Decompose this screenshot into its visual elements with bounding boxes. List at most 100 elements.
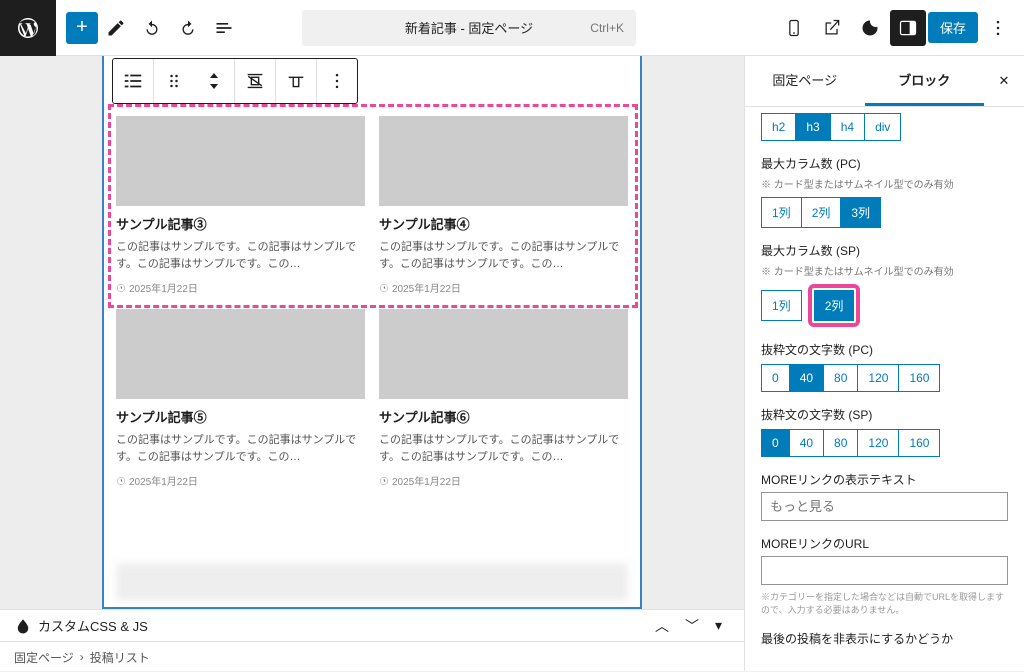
block-toolbar [112, 58, 358, 104]
clock-icon [379, 476, 389, 486]
document-outline-button[interactable] [206, 10, 242, 46]
more-url-input[interactable] [761, 556, 1008, 585]
excerpt-pc-120[interactable]: 120 [857, 364, 899, 392]
block-type-button[interactable] [113, 59, 153, 103]
article-excerpt: この記事はサンプルです。この記事はサンプルです。この記事はサンプルです。この… [116, 239, 365, 272]
opt-h4[interactable]: h4 [830, 113, 865, 141]
breadcrumb-page[interactable]: 固定ページ [14, 649, 74, 666]
theme-icon [14, 617, 32, 635]
panel-close-button[interactable]: ✕ [984, 56, 1024, 106]
opt-h3[interactable]: h3 [795, 113, 830, 141]
external-icon [822, 18, 842, 38]
col-note: ※ カード型またはサムネイル型でのみ有効 [761, 176, 1008, 191]
undo-button[interactable] [134, 10, 170, 46]
excerpt-sp-0[interactable]: 0 [761, 429, 790, 457]
article-thumbnail [116, 116, 365, 206]
drag-handle-button[interactable] [154, 59, 194, 103]
max-col-pc-label: 最大カラム数 (PC) [761, 155, 1008, 172]
save-button[interactable]: 保存 [928, 12, 978, 43]
max-col-sp-label: 最大カラム数 (SP) [761, 242, 1008, 259]
shortcut-hint: Ctrl+K [590, 21, 624, 35]
breadcrumb-top: カスタムCSS & JS ︿ ﹀ ▾ [0, 610, 744, 642]
clock-icon [116, 283, 126, 293]
page-title-bar[interactable]: 新着記事 - 固定ページ Ctrl+K [302, 10, 636, 46]
tab-page[interactable]: 固定ページ [745, 56, 865, 106]
undo-icon [141, 17, 163, 39]
wp-logo[interactable] [0, 0, 56, 56]
article-card[interactable]: サンプル記事⑥ この記事はサンプルです。この記事はサンプルです。この記事はサンプ… [379, 309, 628, 488]
blurred-content [116, 563, 628, 601]
col-pc-group: 1列 2列 3列 [761, 197, 1008, 228]
opt-div[interactable]: div [864, 113, 901, 141]
moon-icon [860, 18, 880, 38]
dark-mode-button[interactable] [852, 10, 888, 46]
article-card[interactable]: サンプル記事⑤ この記事はサンプルです。この記事はサンプルです。この記事はサンプ… [116, 309, 365, 488]
block-more-button[interactable] [317, 59, 357, 103]
article-title: サンプル記事⑥ [379, 407, 628, 426]
theme-label[interactable]: カスタムCSS & JS [38, 616, 148, 635]
article-thumbnail [116, 309, 365, 399]
mobile-icon [784, 18, 804, 38]
article-excerpt: この記事はサンプルです。この記事はサンプルです。この記事はサンプルです。この… [379, 239, 628, 272]
edit-mode-button[interactable] [98, 10, 134, 46]
align-button[interactable] [235, 59, 275, 103]
article-date: 2025年1月22日 [116, 473, 365, 488]
col-sp-1[interactable]: 1列 [761, 290, 802, 321]
clock-icon [379, 283, 389, 293]
more-menu-button[interactable] [980, 10, 1016, 46]
excerpt-pc-group: 0 40 80 120 160 [761, 364, 1008, 392]
heading-level-group: h2 h3 h4 div [761, 113, 1008, 141]
excerpt-sp-label: 抜粋文の文字数 (SP) [761, 406, 1008, 423]
panel-tabs: 固定ページ ブロック ✕ [745, 56, 1024, 107]
col-note-sp: ※ カード型またはサムネイル型でのみ有効 [761, 263, 1008, 278]
chevron-down-button[interactable]: ﹀ [677, 616, 707, 636]
drag-icon [164, 71, 184, 91]
excerpt-sp-40[interactable]: 40 [789, 429, 824, 457]
excerpt-pc-40[interactable]: 40 [789, 364, 824, 392]
block-icon [122, 70, 144, 92]
breadcrumb: 固定ページ › 投稿リスト [0, 642, 744, 672]
article-thumbnail [379, 116, 628, 206]
redo-button[interactable] [170, 10, 206, 46]
article-card[interactable]: サンプル記事③ この記事はサンプルです。この記事はサンプルです。この記事はサンプ… [116, 116, 365, 295]
add-block-button[interactable]: + [66, 12, 98, 44]
excerpt-sp-80[interactable]: 80 [823, 429, 858, 457]
col-pc-3[interactable]: 3列 [840, 197, 881, 228]
dots-vertical-icon [988, 18, 1008, 38]
clock-icon [116, 476, 126, 486]
article-date: 2025年1月22日 [379, 473, 628, 488]
article-title: サンプル記事④ [379, 214, 628, 233]
align-icon [244, 70, 266, 92]
opt-h2[interactable]: h2 [761, 113, 796, 141]
col-pc-1[interactable]: 1列 [761, 197, 802, 228]
more-text-label: MOREリンクの表示テキスト [761, 471, 1008, 488]
excerpt-sp-160[interactable]: 160 [898, 429, 940, 457]
move-buttons[interactable] [194, 59, 234, 103]
selected-block[interactable]: サンプル記事③ この記事はサンプルです。この記事はサンプルです。この記事はサンプ… [102, 56, 642, 609]
excerpt-pc-0[interactable]: 0 [761, 364, 790, 392]
excerpt-sp-group: 0 40 80 120 160 [761, 429, 1008, 457]
tab-block[interactable]: ブロック [865, 56, 985, 106]
preview-external-button[interactable] [814, 10, 850, 46]
chevron-up-button[interactable]: ︿ [647, 616, 677, 636]
article-date: 2025年1月22日 [116, 280, 365, 295]
excerpt-pc-160[interactable]: 160 [898, 364, 940, 392]
caret-down-button[interactable]: ▾ [707, 617, 730, 634]
pencil-icon [106, 18, 126, 38]
dots-vertical-icon [327, 71, 347, 91]
redo-icon [177, 17, 199, 39]
more-text-input[interactable] [761, 492, 1008, 521]
width-button[interactable] [276, 59, 316, 103]
article-grid: サンプル記事③ この記事はサンプルです。この記事はサンプルです。この記事はサンプ… [112, 112, 632, 492]
article-excerpt: この記事はサンプルです。この記事はサンプルです。この記事はサンプルです。この… [116, 432, 365, 465]
excerpt-pc-80[interactable]: 80 [823, 364, 858, 392]
article-card[interactable]: サンプル記事④ この記事はサンプルです。この記事はサンプルです。この記事はサンプ… [379, 116, 628, 295]
col-sp-2[interactable]: 2列 [814, 290, 855, 321]
col-pc-2[interactable]: 2列 [801, 197, 842, 228]
breadcrumb-block[interactable]: 投稿リスト [90, 649, 150, 666]
excerpt-sp-120[interactable]: 120 [857, 429, 899, 457]
preview-mobile-button[interactable] [776, 10, 812, 46]
highlight-col-sp-2: 2列 [808, 284, 861, 327]
settings-toggle-button[interactable] [890, 10, 926, 46]
updown-icon [206, 71, 222, 91]
